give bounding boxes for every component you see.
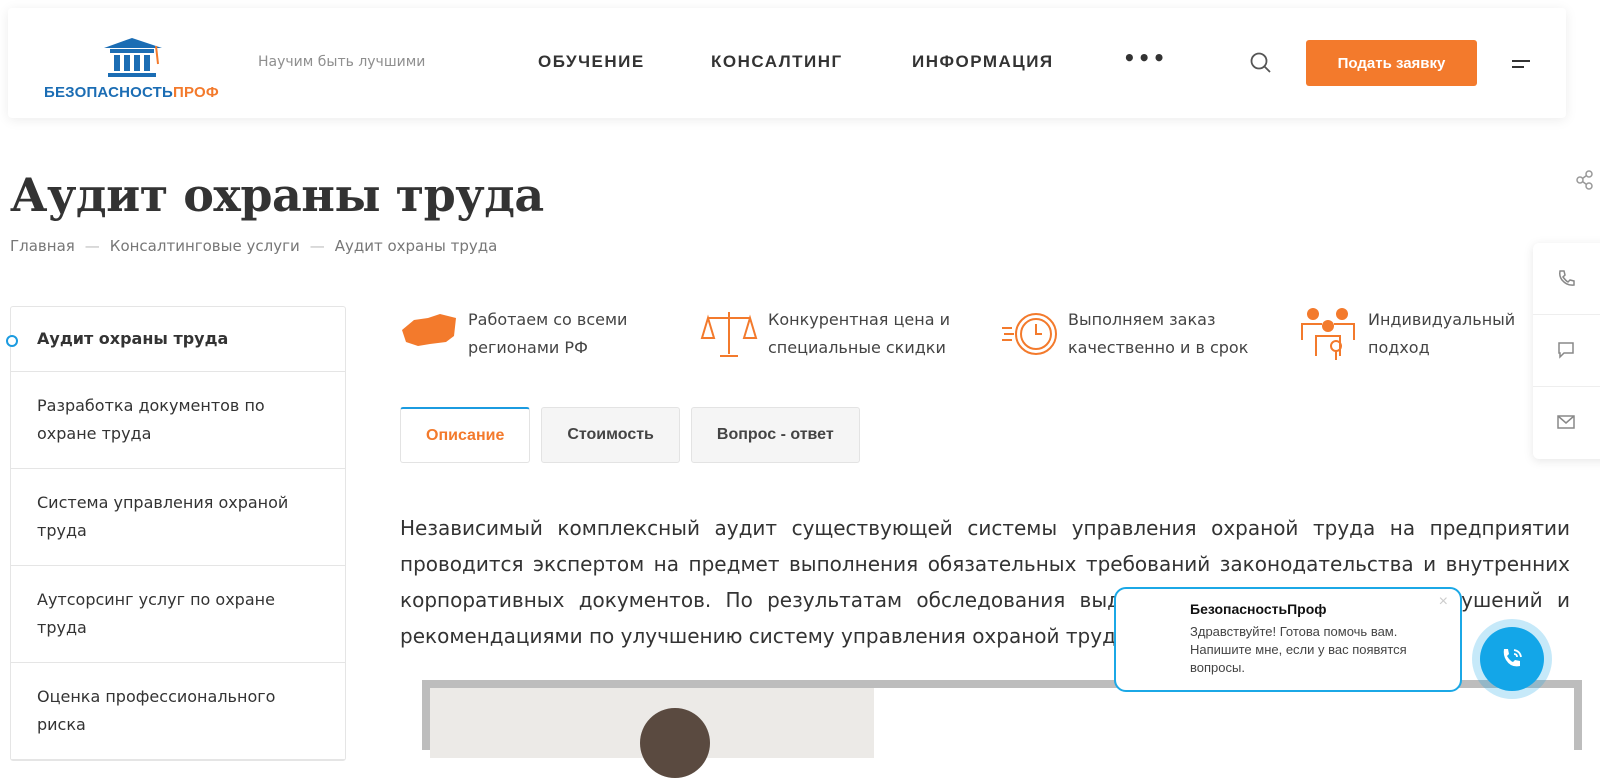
russia-map-icon [402,314,456,346]
feature-text: Работаем со всеми регионами РФ [468,310,628,357]
tab-faq[interactable]: Вопрос - ответ [690,407,860,463]
callback-button[interactable] [1472,619,1552,699]
people-icon [1301,308,1355,360]
submit-request-button[interactable]: Подать заявку [1306,40,1477,86]
chat-sender: БезопасностьПроф [1190,601,1327,617]
close-icon[interactable]: × [1439,593,1448,611]
breadcrumb-separator: — [309,237,325,255]
nav-obuchenie[interactable]: ОБУЧЕНИЕ [538,52,645,72]
feature-price: Конкурентная цена и специальные скидки [700,306,968,364]
menu-icon[interactable] [1512,60,1530,72]
contact-toolbar [1533,243,1600,459]
site-header: БЕЗОПАСНОСТЬПРОФ Научим быть лучшими ОБУ… [8,8,1566,118]
nav-information[interactable]: ИНФОРМАЦИЯ [912,52,1054,72]
sidebar-menu: Аудит охраны труда Разработка документов… [6,306,346,761]
search-icon[interactable] [1250,52,1272,74]
scales-icon [700,312,758,357]
feature-text: Конкурентная цена и специальные скидки [768,310,950,357]
share-icon[interactable] [1576,170,1594,190]
phone-icon [1503,649,1522,667]
breadcrumb-home[interactable]: Главная [10,237,75,255]
sidebar-item-documents[interactable]: Разработка документов по охране труда [11,372,345,469]
more-menu-button[interactable]: ••• [1123,46,1167,70]
content-tabs: Описание Стоимость Вопрос - ответ [400,407,860,463]
chat-popup: БезопасностьПроф Здравствуйте! Готова по… [1114,587,1462,692]
sidebar-item-management-system[interactable]: Система управления охраной труда [11,469,345,566]
mail-icon[interactable] [1533,387,1600,459]
clock-icon [1002,313,1057,355]
breadcrumb: Главная — Консалтинговые услуги — Аудит охра… [10,237,497,255]
logo-building-icon [104,38,162,77]
sidebar-item-outsourcing[interactable]: Аутсорсинг услуг по охране труда [11,566,345,663]
chat-icon[interactable] [1533,315,1600,387]
feature-regions: Работаем со всеми регионами РФ [400,306,668,364]
breadcrumb-consulting[interactable]: Консалтинговые услуги [110,237,300,255]
feature-text: Индивидуальный подход [1368,310,1516,357]
sidebar-item-audit[interactable]: Аудит охраны труда [6,307,345,372]
sidebar-item-risk-assessment[interactable]: Оценка профессионального риска [11,663,345,760]
phone-icon[interactable] [1533,243,1600,315]
chat-message: Здравствуйте! Готова помочь вам. Напишит… [1190,624,1407,675]
logo[interactable]: БЕЗОПАСНОСТЬПРОФ [44,36,224,106]
slogan: Научим быть лучшими [258,54,426,70]
breadcrumb-separator: — [84,237,100,255]
feature-text: Выполняем заказ качественно и в срок [1068,310,1249,357]
feature-individual: Индивидуальный подход [1300,306,1538,364]
logo-text: БЕЗОПАСНОСТЬПРОФ [44,84,219,101]
page-title: Аудит охраны труда [10,168,544,222]
tab-description[interactable]: Описание [400,407,531,463]
tab-price[interactable]: Стоимость [541,407,680,463]
breadcrumb-current: Аудит охраны труда [334,237,498,255]
feature-deadline: Выполняем заказ качественно и в срок [1000,306,1268,364]
nav-consulting[interactable]: КОНСАЛТИНГ [711,52,843,72]
